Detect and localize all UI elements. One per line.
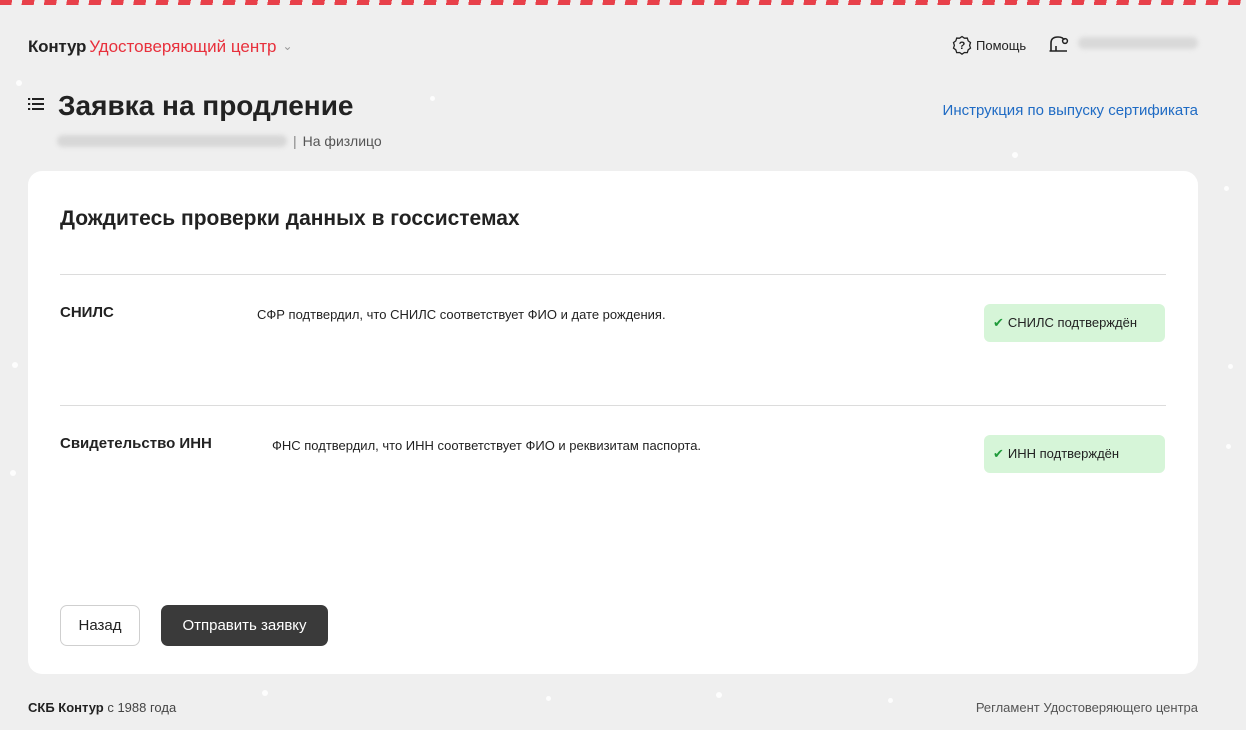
user-certificate-icon — [1049, 36, 1069, 52]
footer-since: с 1988 года — [107, 700, 177, 715]
page-title: Заявка на продление — [58, 90, 354, 121]
row-label-inn: Свидетельство ИНН — [60, 435, 212, 452]
row-description-inn: ФНС подтвердил, что ИНН соответствует ФИ… — [272, 438, 702, 453]
status-badge-snils: ✔ СНИЛС подтверждён — [984, 304, 1165, 342]
application-subtitle: | На физлицо — [57, 131, 382, 151]
user-name-redacted — [1078, 37, 1198, 49]
help-icon: ? — [952, 35, 972, 55]
row-label-snils: СНИЛС — [60, 304, 114, 321]
separator: | — [293, 133, 297, 149]
footer-company: СКБ Контур — [28, 700, 104, 715]
snow-dot — [12, 362, 18, 368]
back-button[interactable]: Назад — [60, 605, 140, 646]
snow-dot — [262, 690, 268, 696]
menu-list-icon[interactable] — [28, 97, 44, 111]
check-icon: ✔ — [993, 315, 1004, 330]
check-icon: ✔ — [993, 446, 1004, 461]
footer-copyright: СКБ Контур с 1988 года — [28, 700, 176, 715]
snow-dot — [546, 696, 551, 701]
subtitle-type: На физлицо — [302, 133, 382, 149]
svg-text:?: ? — [959, 40, 966, 52]
applicant-name-redacted — [57, 135, 287, 147]
row-divider — [60, 405, 1166, 406]
snow-dot — [430, 96, 435, 101]
snow-dot — [888, 698, 893, 703]
row-description-snils: СФР подтвердил, что СНИЛС соответствует … — [257, 307, 666, 322]
snow-dot — [716, 692, 722, 698]
verification-card: Дождитесь проверки данных в госсистемах … — [28, 171, 1198, 674]
chevron-down-icon: ⌄ — [282, 39, 293, 53]
status-text-inn: ИНН подтверждён — [1007, 446, 1120, 461]
help-button[interactable]: ? Помощь — [952, 34, 1026, 58]
snow-dot — [1012, 152, 1018, 158]
brand-logo-text: Контур — [28, 37, 87, 56]
product-name: Удостоверяющий центр — [89, 37, 277, 56]
snow-dot — [1228, 364, 1233, 369]
status-text-snils: СНИЛС подтверждён — [1007, 315, 1137, 330]
submit-application-button[interactable]: Отправить заявку — [161, 605, 328, 646]
regulation-link[interactable]: Регламент Удостоверяющего центра — [976, 700, 1198, 715]
row-divider — [60, 274, 1166, 275]
snow-dot — [16, 80, 22, 86]
user-menu[interactable] — [1048, 34, 1198, 58]
brand-switcher[interactable]: Контур Удостоверяющий центр ⌄ — [28, 34, 293, 59]
top-bar: Контур Удостоверяющий центр ⌄ ? Помощь — [28, 34, 1198, 58]
snow-dot — [10, 470, 16, 476]
instruction-link[interactable]: Инструкция по выпуску сертификата — [943, 102, 1198, 119]
status-badge-inn: ✔ ИНН подтверждён — [984, 435, 1165, 473]
snow-dot — [1224, 186, 1229, 191]
festive-stripe — [0, 0, 1246, 5]
card-title: Дождитесь проверки данных в госсистемах — [60, 207, 520, 230]
snow-dot — [1226, 444, 1231, 449]
help-label: Помощь — [976, 38, 1027, 53]
